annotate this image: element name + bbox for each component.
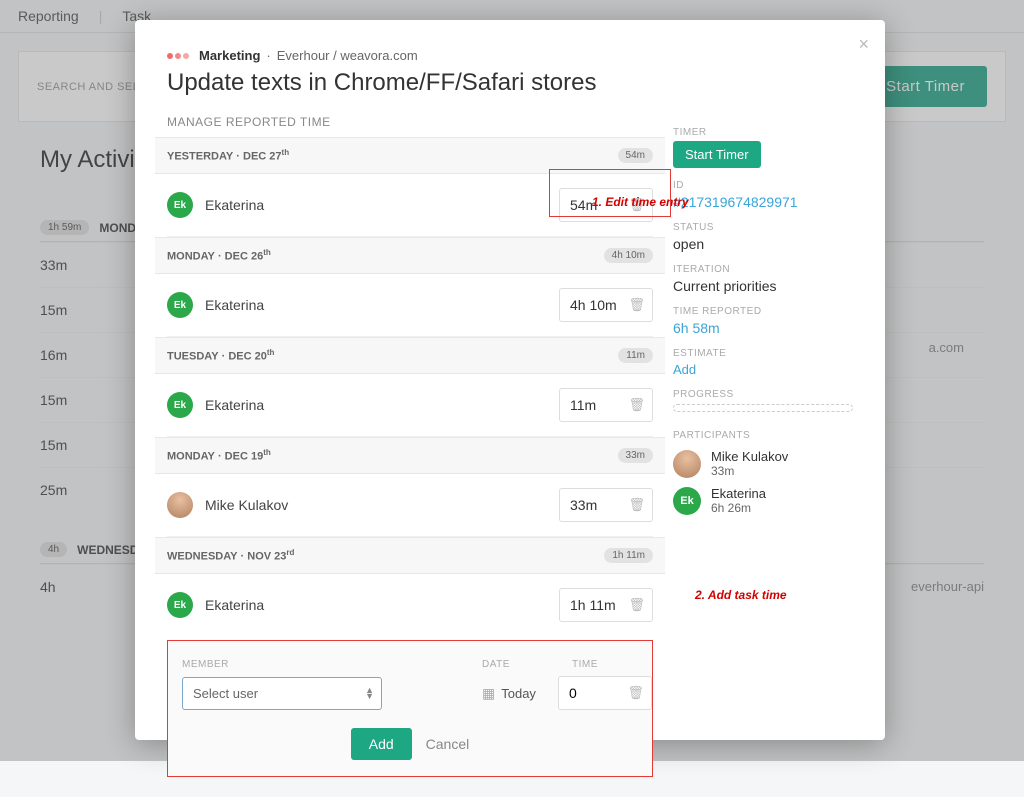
day-total-pill: 54m bbox=[618, 148, 653, 163]
trash-icon[interactable]: 🗑 bbox=[628, 397, 645, 413]
time-entry-row: Ek Ekaterina 🗑 bbox=[167, 174, 653, 237]
add-time-panel: MEMBER DATE TIME Select user ▲▼ ▦ Today bbox=[167, 640, 653, 777]
member-select[interactable]: Select user bbox=[182, 677, 382, 710]
date-label: DATE bbox=[482, 659, 572, 670]
day-header: TUESDAY · DEC 20th11m bbox=[155, 337, 665, 374]
participant-name: Ekaterina bbox=[711, 486, 766, 501]
day-total-pill: 1h 11m bbox=[604, 548, 653, 563]
task-sidebar: TIMER Start Timer ID #217319674829971 ST… bbox=[673, 115, 853, 777]
entry-user-name: Ekaterina bbox=[205, 197, 547, 213]
day-header: MONDAY · DEC 26th4h 10m bbox=[155, 237, 665, 274]
avatar: Ek bbox=[673, 487, 701, 515]
date-value[interactable]: Today bbox=[501, 686, 536, 701]
entry-user-name: Mike Kulakov bbox=[205, 497, 547, 513]
day-total-pill: 11m bbox=[618, 348, 653, 363]
time-label: TIME bbox=[572, 659, 638, 670]
time-entry-row: Mike Kulakov 🗑 bbox=[167, 474, 653, 537]
entry-user-name: Ekaterina bbox=[205, 297, 547, 313]
time-entry-row: Ek Ekaterina 🗑 bbox=[167, 374, 653, 437]
day-header: WEDNESDAY · NOV 23rd1h 11m bbox=[155, 537, 665, 574]
progress-bar bbox=[673, 404, 853, 412]
iteration-value: Current priorities bbox=[673, 278, 853, 294]
trash-icon[interactable]: 🗑 bbox=[628, 497, 645, 513]
member-label: MEMBER bbox=[182, 659, 482, 670]
day-header: MONDAY · DEC 19th33m bbox=[155, 437, 665, 474]
status-value: open bbox=[673, 236, 853, 252]
cancel-button[interactable]: Cancel bbox=[426, 736, 470, 752]
trash-icon[interactable]: 🗑 bbox=[628, 597, 645, 613]
task-title: Update texts in Chrome/FF/Safari stores bbox=[167, 69, 853, 97]
trash-icon[interactable]: 🗑 bbox=[627, 685, 644, 701]
close-icon[interactable]: × bbox=[858, 34, 869, 55]
time-entries-list: YESTERDAY · DEC 27th54mEkEkaterina🗑MONDA… bbox=[167, 137, 653, 636]
section-label: MANAGE REPORTED TIME bbox=[167, 115, 653, 129]
trash-icon[interactable]: 🗑 bbox=[628, 297, 645, 313]
avatar: Ek bbox=[167, 392, 193, 418]
participant-time: 33m bbox=[711, 464, 788, 478]
calendar-icon[interactable]: ▦ bbox=[482, 685, 495, 702]
time-entry-row: Ek Ekaterina 🗑 bbox=[167, 274, 653, 337]
entry-user-name: Ekaterina bbox=[205, 397, 547, 413]
asana-icon bbox=[167, 53, 189, 59]
avatar: Ek bbox=[167, 292, 193, 318]
trash-icon[interactable]: 🗑 bbox=[628, 197, 645, 213]
time-reported-value: 6h 58m bbox=[673, 320, 853, 336]
select-arrows-icon: ▲▼ bbox=[365, 687, 374, 699]
participant: Mike Kulakov33m bbox=[673, 449, 853, 478]
start-timer-button[interactable]: Start Timer bbox=[673, 141, 761, 168]
task-id-link[interactable]: #217319674829971 bbox=[673, 194, 853, 210]
avatar bbox=[673, 450, 701, 478]
day-total-pill: 4h 10m bbox=[604, 248, 653, 263]
breadcrumb-project[interactable]: Marketing bbox=[199, 48, 260, 63]
participant-name: Mike Kulakov bbox=[711, 449, 788, 464]
avatar: Ek bbox=[167, 592, 193, 618]
day-total-pill: 33m bbox=[618, 448, 653, 463]
add-estimate-link[interactable]: Add bbox=[673, 362, 853, 377]
time-entry-row: Ek Ekaterina 🗑 bbox=[167, 574, 653, 636]
task-modal: × Marketing · Everhour / weavora.com Upd… bbox=[135, 20, 885, 740]
entry-user-name: Ekaterina bbox=[205, 597, 547, 613]
avatar: Ek bbox=[167, 192, 193, 218]
participant: Ek Ekaterina6h 26m bbox=[673, 486, 853, 515]
breadcrumb: Marketing · Everhour / weavora.com bbox=[167, 48, 853, 63]
breadcrumb-path[interactable]: Everhour / weavora.com bbox=[277, 48, 418, 63]
participant-time: 6h 26m bbox=[711, 501, 766, 515]
add-button[interactable]: Add bbox=[351, 728, 412, 760]
day-header: YESTERDAY · DEC 27th54m bbox=[155, 137, 665, 174]
avatar bbox=[167, 492, 193, 518]
